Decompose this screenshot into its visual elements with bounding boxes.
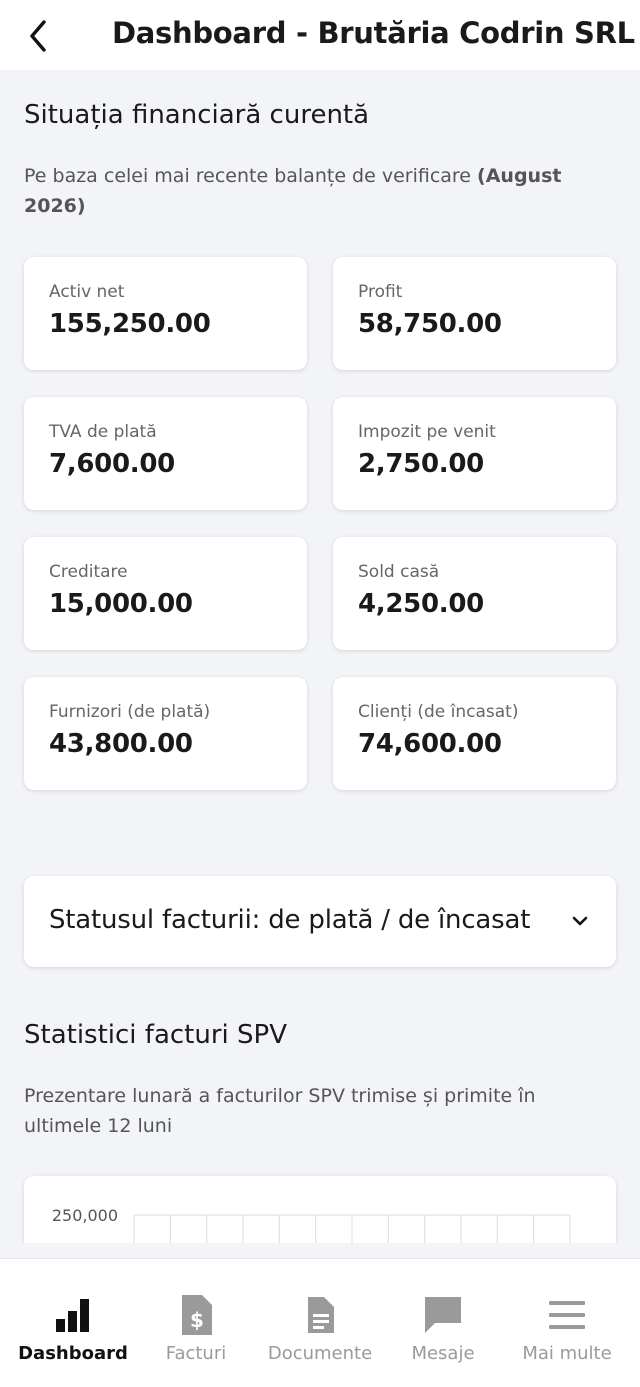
accordion-label: Statusul facturii: de plată / de încasat xyxy=(49,905,531,935)
nav-label: Mai multe xyxy=(522,1343,612,1364)
stat-card-impozit: Impozit pe venit 2,750.00 xyxy=(333,397,616,510)
nav-label: Documente xyxy=(267,1343,373,1364)
stat-value: 15,000.00 xyxy=(49,589,193,619)
spv-section-description: Prezentare lunară a facturilor SPV trimi… xyxy=(24,1085,536,1137)
nav-dashboard[interactable]: Dashboard xyxy=(11,1259,135,1387)
nav-label: Dashboard xyxy=(18,1343,128,1364)
invoice-status-accordion[interactable]: Statusul facturii: de plată / de încasat xyxy=(24,876,616,967)
message-icon xyxy=(425,1297,461,1333)
stat-card-sold-casa: Sold casă 4,250.00 xyxy=(333,537,616,650)
svg-text:$: $ xyxy=(190,1308,204,1332)
stat-value: 74,600.00 xyxy=(358,729,502,759)
menu-icon xyxy=(549,1301,585,1329)
bar-chart-icon xyxy=(56,1299,89,1332)
spv-chart: 250,000 200,000 xyxy=(24,1176,616,1243)
page-title: Dashboard - Brutăria Codrin SRL xyxy=(112,16,635,50)
stat-value: 43,800.00 xyxy=(49,729,193,759)
chevron-left-icon xyxy=(30,20,46,52)
financial-section-description: Pe baza celei mai recente balanțe de ver… xyxy=(24,161,604,221)
y-tick-label: 200,000 xyxy=(52,1242,118,1243)
stat-card-clienti: Clienți (de încasat) 74,600.00 xyxy=(333,677,616,790)
stat-label: Profit xyxy=(358,282,403,302)
stat-card-creditare: Creditare 15,000.00 xyxy=(24,537,307,650)
nav-facturi[interactable]: $ Facturi xyxy=(134,1259,258,1387)
stat-card-furnizori: Furnizori (de plată) 43,800.00 xyxy=(24,677,307,790)
nav-documente[interactable]: Documente xyxy=(258,1259,382,1387)
stat-value: 7,600.00 xyxy=(49,449,175,479)
stat-label: Sold casă xyxy=(358,562,440,582)
financial-section-title: Situația financiară curentă xyxy=(24,100,370,130)
back-button[interactable] xyxy=(22,14,58,58)
stat-label: Furnizori (de plată) xyxy=(49,702,211,722)
app-header: Dashboard - Brutăria Codrin SRL xyxy=(0,0,640,70)
stat-card-profit: Profit 58,750.00 xyxy=(333,257,616,370)
stat-value: 58,750.00 xyxy=(358,309,502,339)
nav-mai-multe[interactable]: Mai multe xyxy=(505,1259,629,1387)
description-text: Pe baza celei mai recente balanțe de ver… xyxy=(24,165,478,187)
chevron-down-icon xyxy=(572,916,588,926)
stat-card-activ-net: Activ net 155,250.00 xyxy=(24,257,307,370)
stat-value: 4,250.00 xyxy=(358,589,484,619)
stat-value: 2,750.00 xyxy=(358,449,484,479)
invoice-dollar-icon: $ xyxy=(182,1295,212,1335)
spv-section-title: Statistici facturi SPV xyxy=(24,1020,287,1050)
y-tick-label: 250,000 xyxy=(52,1206,118,1225)
stat-value: 155,250.00 xyxy=(49,309,211,339)
stat-card-tva: TVA de plată 7,600.00 xyxy=(24,397,307,510)
stat-label: TVA de plată xyxy=(49,422,157,442)
stat-label: Activ net xyxy=(49,282,125,302)
stat-label: Impozit pe venit xyxy=(358,422,496,442)
document-icon xyxy=(308,1297,334,1333)
bottom-navigation: Dashboard $ Facturi Documente Mesaje Mai… xyxy=(0,1258,640,1387)
chart-canvas: 250,000 200,000 xyxy=(52,1206,571,1243)
stat-label: Creditare xyxy=(49,562,128,582)
nav-mesaje[interactable]: Mesaje xyxy=(381,1259,505,1387)
nav-label: Facturi xyxy=(165,1343,227,1364)
main-content[interactable]: Situația financiară curentă Pe baza cele… xyxy=(0,70,640,1243)
nav-label: Mesaje xyxy=(411,1343,475,1364)
stat-label: Clienți (de încasat) xyxy=(358,702,519,722)
